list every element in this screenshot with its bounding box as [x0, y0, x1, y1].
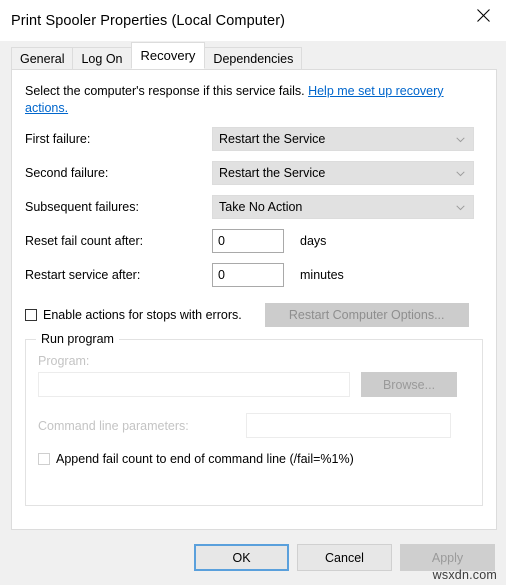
restart-service-after-value: 0 — [218, 268, 225, 282]
command-line-label: Command line parameters: — [38, 418, 189, 433]
service-properties-dialog: Print Spooler Properties (Local Computer… — [0, 0, 506, 585]
enable-actions-checkbox[interactable] — [25, 309, 37, 321]
append-fail-count-checkbox — [38, 453, 50, 465]
row-program: Browse... — [38, 372, 470, 397]
title-bar: Print Spooler Properties (Local Computer… — [0, 0, 506, 41]
dialog-footer: OK Cancel Apply wsxdn.com — [0, 530, 506, 585]
subsequent-failures-value: Take No Action — [219, 200, 303, 214]
restart-service-after-input[interactable]: 0 — [212, 263, 284, 287]
tab-dependencies[interactable]: Dependencies — [204, 47, 303, 69]
command-line-input — [246, 413, 451, 438]
row-second-failure: Second failure: Restart the Service — [25, 161, 483, 185]
reset-fail-count-input[interactable]: 0 — [212, 229, 284, 253]
restart-service-after-unit: minutes — [300, 268, 344, 282]
row-append-fail-count: Append fail count to end of command line… — [38, 452, 470, 466]
reset-fail-count-label: Reset fail count after: — [25, 234, 144, 248]
restart-service-after-label: Restart service after: — [25, 268, 141, 282]
second-failure-select[interactable]: Restart the Service — [212, 161, 474, 185]
program-label: Program: — [38, 354, 90, 368]
append-fail-count-label: Append fail count to end of command line… — [56, 452, 354, 466]
program-input — [38, 372, 350, 397]
chevron-down-icon — [456, 200, 465, 214]
first-failure-select[interactable]: Restart the Service — [212, 127, 474, 151]
chevron-down-icon — [456, 132, 465, 146]
reset-fail-count-unit: days — [300, 234, 327, 248]
first-failure-value: Restart the Service — [219, 132, 326, 146]
subsequent-failures-label: Subsequent failures: — [25, 200, 139, 214]
tab-strip: General Log On Recovery Dependencies — [0, 41, 506, 69]
restart-computer-options-button: Restart Computer Options... — [264, 303, 469, 327]
browse-button: Browse... — [361, 372, 457, 397]
run-program-title: Run program — [36, 332, 119, 346]
chevron-down-icon — [456, 166, 465, 180]
row-reset-fail-count: Reset fail count after: 0 days — [25, 229, 483, 253]
run-program-group: Run program Program: Browse... Command l… — [25, 332, 483, 506]
enable-actions-label: Enable actions for stops with errors. — [43, 308, 242, 322]
reset-fail-count-value: 0 — [218, 234, 225, 248]
row-subsequent-failures: Subsequent failures: Take No Action — [25, 195, 483, 219]
ok-button[interactable]: OK — [194, 544, 289, 571]
window-title: Print Spooler Properties (Local Computer… — [11, 12, 286, 29]
tab-recovery[interactable]: Recovery — [130, 42, 206, 69]
close-icon[interactable] — [460, 0, 506, 31]
row-command-line: Command line parameters: — [38, 413, 470, 438]
second-failure-label: Second failure: — [25, 166, 109, 180]
row-first-failure: First failure: Restart the Service — [25, 127, 483, 151]
apply-button: Apply — [400, 544, 495, 571]
watermark: wsxdn.com — [432, 568, 497, 582]
row-restart-service-after: Restart service after: 0 minutes — [25, 263, 483, 287]
tab-log-on[interactable]: Log On — [72, 47, 132, 69]
intro-text: Select the computer's response if this s… — [25, 83, 483, 117]
cancel-button[interactable]: Cancel — [297, 544, 392, 571]
intro-sentence: Select the computer's response if this s… — [25, 84, 305, 98]
second-failure-value: Restart the Service — [219, 166, 326, 180]
tab-general[interactable]: General — [11, 47, 74, 69]
row-enable-actions: Enable actions for stops with errors. Re… — [25, 303, 483, 327]
first-failure-label: First failure: — [25, 132, 91, 146]
recovery-tab-panel: Select the computer's response if this s… — [11, 69, 497, 530]
subsequent-failures-select[interactable]: Take No Action — [212, 195, 474, 219]
